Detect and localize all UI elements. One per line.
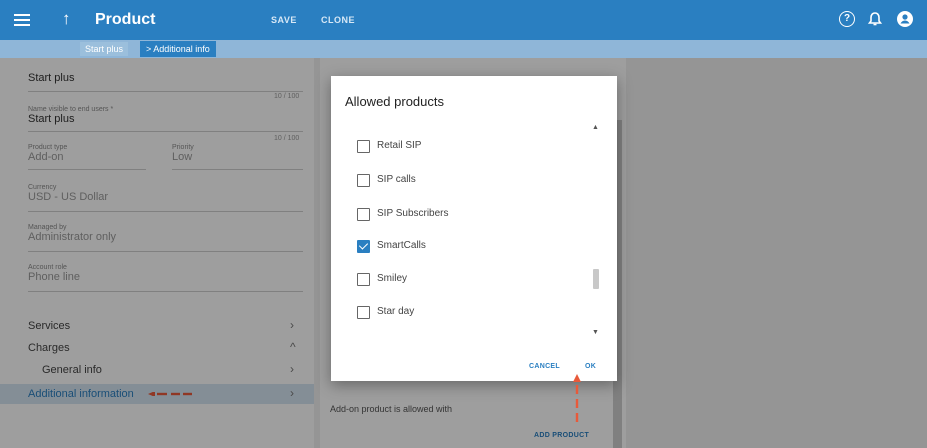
list-item[interactable]: SmartCalls	[357, 238, 577, 258]
checkbox-checked[interactable]	[357, 240, 370, 253]
bell-icon[interactable]	[867, 11, 883, 27]
breadcrumb-item-additional-info[interactable]: > Additional info	[140, 41, 216, 57]
list-item[interactable]: Retail SIP	[357, 138, 577, 158]
dialog-title: Allowed products	[345, 94, 444, 109]
product-list: Retail SIP SIP calls SIP Subscribers Sma…	[331, 122, 617, 340]
checkbox[interactable]	[357, 273, 370, 286]
scroll-up-icon[interactable]: ▲	[592, 124, 599, 131]
dialog-scrollbar[interactable]: ▲ ▼	[591, 124, 601, 336]
list-item-label: Smiley	[377, 273, 408, 284]
help-icon[interactable]: ?	[839, 11, 855, 27]
checkbox[interactable]	[357, 306, 370, 319]
ok-button[interactable]: OK	[585, 363, 596, 370]
checkbox[interactable]	[357, 174, 370, 187]
scroll-down-icon[interactable]: ▼	[592, 329, 599, 336]
checkbox[interactable]	[357, 208, 370, 221]
list-item[interactable]: SIP Subscribers	[357, 206, 577, 226]
save-button[interactable]: SAVE	[271, 15, 297, 25]
breadcrumb-item-start-plus[interactable]: Start plus	[80, 42, 129, 56]
list-item-label: SIP calls	[377, 174, 416, 185]
checkbox[interactable]	[357, 140, 370, 153]
list-item[interactable]: Star day	[357, 304, 577, 324]
list-item-label: SmartCalls	[377, 240, 426, 251]
clone-button[interactable]: CLONE	[321, 15, 355, 25]
page-title: Product	[95, 11, 156, 28]
annotation-arrow-up-icon	[573, 374, 581, 422]
scroll-thumb[interactable]	[593, 269, 599, 289]
list-item-label: Star day	[377, 306, 415, 317]
list-item-label: SIP Subscribers	[377, 208, 449, 219]
menu-icon[interactable]	[14, 11, 30, 29]
account-icon[interactable]	[897, 11, 913, 27]
list-item-label: Retail SIP	[377, 140, 422, 151]
cancel-button[interactable]: CANCEL	[529, 363, 560, 370]
list-item[interactable]: Smiley	[357, 271, 577, 291]
allowed-products-dialog: Allowed products Retail SIP SIP calls SI…	[331, 76, 617, 381]
list-item[interactable]: SIP calls	[357, 172, 577, 192]
top-app-bar: ↑ Product SAVE CLONE ?	[0, 0, 927, 40]
arrow-up-icon[interactable]: ↑	[62, 9, 71, 29]
